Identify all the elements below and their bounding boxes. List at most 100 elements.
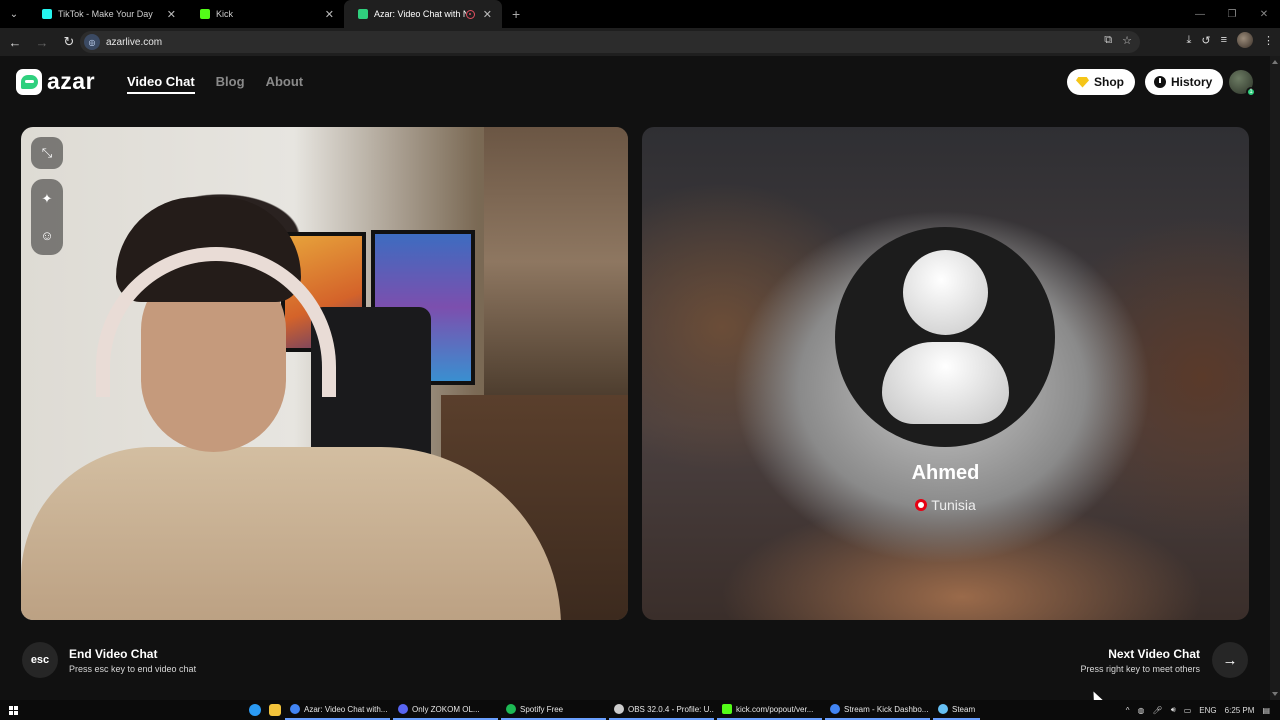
video-tools: ⤡ ✦ ☺ <box>31 137 63 255</box>
history-button[interactable]: History <box>1145 69 1224 95</box>
task-label: Spotify Free <box>520 704 564 714</box>
main-nav: Video Chat Blog About <box>127 74 303 94</box>
notification-icon[interactable]: ▤ <box>1262 706 1270 715</box>
wall-canvas-painting <box>484 127 628 397</box>
edge-icon[interactable] <box>249 704 261 716</box>
task-label: kick.com/popout/ver... <box>736 704 814 714</box>
recording-icon <box>465 9 475 19</box>
discord-icon <box>398 704 408 714</box>
azar-page: azar Video Chat Blog About Shop History … <box>0 56 1270 705</box>
effects-group: ✦ ☺ <box>31 179 63 255</box>
scroll-down-icon[interactable] <box>1272 692 1278 696</box>
task-label: Azar: Video Chat with... <box>304 704 388 714</box>
browser-profile-avatar[interactable] <box>1237 32 1253 48</box>
install-app-icon[interactable]: ⧉ <box>1104 34 1112 47</box>
gem-icon <box>1076 76 1089 88</box>
page-scrollbar[interactable] <box>1270 56 1280 700</box>
azar-logo[interactable]: azar <box>16 68 95 95</box>
address-bar[interactable]: ◎ azarlive.com ⧉ ☆ <box>80 31 1140 53</box>
task-label: Steam <box>952 704 976 714</box>
esc-key-button[interactable]: esc <box>22 642 58 678</box>
reload-icon[interactable]: ↻ <box>57 30 81 54</box>
logo-text: azar <box>47 68 96 94</box>
browser-menu-icon[interactable]: ⋮ <box>1263 34 1274 47</box>
chrome-icon <box>830 704 840 714</box>
minimize-icon[interactable]: — <box>1184 0 1216 28</box>
back-icon[interactable]: ← <box>3 30 27 54</box>
window-controls: — ❐ ✕ <box>1184 0 1280 28</box>
end-video-chat-control[interactable]: esc End Video Chat Press esc key to end … <box>22 642 196 678</box>
kick-icon <box>722 704 732 714</box>
next-video-chat-title: Next Video Chat <box>1108 646 1200 661</box>
close-tab-icon[interactable]: ✕ <box>167 8 176 21</box>
browser-tab-strip: ⌄ TikTok - Make Your Day ✕ Kick ✕ Azar: … <box>0 0 1280 28</box>
taskbar-task[interactable]: Only ZOKOM OL... <box>393 700 498 720</box>
tab-search-chevron-icon[interactable]: ⌄ <box>0 0 28 28</box>
local-video: ⤡ ✦ ☺ <box>21 127 628 620</box>
taskbar-task[interactable]: Spotify Free <box>501 700 606 720</box>
tab-title: TikTok - Make Your Day <box>58 9 153 19</box>
chrome-icon <box>290 704 300 714</box>
language-indicator[interactable]: ENG <box>1199 706 1216 715</box>
windows-start-icon[interactable] <box>0 700 26 720</box>
volume-icon[interactable]: 🔊︎ <box>1171 705 1176 715</box>
task-label: Only ZOKOM OL... <box>412 704 480 714</box>
minimize-video-icon[interactable]: ⤡ <box>31 137 63 169</box>
magic-wand-icon[interactable]: ✦ <box>31 183 63 215</box>
microphone-icon[interactable]: 🎤︎ <box>1153 706 1163 715</box>
face-filter-icon[interactable]: ☺ <box>31 219 63 251</box>
task-label: Stream - Kick Dashbo... <box>844 704 929 714</box>
browser-tab-azar[interactable]: Azar: Video Chat with New ✕ <box>344 0 502 28</box>
next-video-chat-hint: Press right key to meet others <box>1080 663 1200 674</box>
nav-about[interactable]: About <box>266 74 304 94</box>
tab-title: Kick <box>216 9 234 19</box>
system-tray: ^ ◍ 🎤︎ 🔊︎ ▭ ENG 6:25 PM ▤ <box>1126 700 1270 720</box>
scroll-up-icon[interactable] <box>1272 60 1278 64</box>
close-window-icon[interactable]: ✕ <box>1248 0 1280 28</box>
clock-icon <box>1154 76 1166 88</box>
nav-blog[interactable]: Blog <box>216 74 245 94</box>
arrow-right-icon[interactable]: → <box>1212 642 1248 678</box>
user-avatar[interactable]: 1 <box>1229 70 1256 97</box>
taskbar-task[interactable]: Steam <box>933 700 981 720</box>
url-text[interactable]: azarlive.com <box>106 37 162 48</box>
taskbar-task[interactable]: Stream - Kick Dashbo... <box>825 700 930 720</box>
downloads-icon[interactable]: ⤓ <box>1186 34 1191 47</box>
azar-icon <box>358 9 368 19</box>
browser-toolbar: ← → ↻ ◎ azarlive.com ⧉ ☆ ⤓ ↺ ≡ ⋮ <box>0 28 1280 56</box>
taskbar-task[interactable]: Azar: Video Chat with... <box>285 700 390 720</box>
network-icon[interactable]: ▭ <box>1184 706 1192 715</box>
tunisia-flag-icon <box>915 499 928 511</box>
remote-user-name: Ahmed <box>911 462 980 484</box>
site-info-icon[interactable]: ◎ <box>84 34 100 50</box>
close-tab-icon[interactable]: ✕ <box>325 8 334 21</box>
end-video-chat-hint: Press esc key to end video chat <box>69 663 197 674</box>
default-avatar-icon <box>835 227 1055 447</box>
country-label: Tunisia <box>931 497 976 513</box>
clock-time[interactable]: 6:25 PM <box>1225 706 1255 715</box>
history-icon[interactable]: ↺ <box>1201 34 1210 47</box>
kick-icon <box>200 9 210 19</box>
browser-tab-tiktok[interactable]: TikTok - Make Your Day ✕ <box>28 0 186 28</box>
browser-tab-kick[interactable]: Kick ✕ <box>186 0 344 28</box>
security-icon[interactable]: ◍ <box>1138 706 1145 715</box>
forward-icon[interactable]: → <box>30 30 54 54</box>
new-tab-button[interactable]: + <box>512 6 520 22</box>
nav-video-chat[interactable]: Video Chat <box>127 74 195 94</box>
file-explorer-icon[interactable] <box>269 704 281 716</box>
remote-video: Ahmed Tunisia <box>642 127 1249 620</box>
taskbar-task[interactable]: kick.com/popout/ver... <box>717 700 822 720</box>
remote-user-country: Tunisia <box>642 497 1249 513</box>
maximize-icon[interactable]: ❐ <box>1216 0 1248 28</box>
bookmark-star-icon[interactable]: ☆ <box>1122 34 1132 47</box>
task-label: OBS 32.0.4 - Profile: U... <box>628 704 714 714</box>
shop-button[interactable]: Shop <box>1067 69 1135 95</box>
history-label: History <box>1171 75 1213 89</box>
taskbar-task[interactable]: OBS 32.0.4 - Profile: U... <box>609 700 714 720</box>
tiktok-icon <box>42 9 52 19</box>
close-tab-icon[interactable]: ✕ <box>483 8 492 21</box>
media-control-icon[interactable]: ≡ <box>1221 34 1227 46</box>
end-video-chat-title: End Video Chat <box>69 646 158 661</box>
next-video-chat-control[interactable]: Next Video Chat Press right key to meet … <box>1080 642 1248 678</box>
tray-chevron-icon[interactable]: ^ <box>1126 706 1130 715</box>
